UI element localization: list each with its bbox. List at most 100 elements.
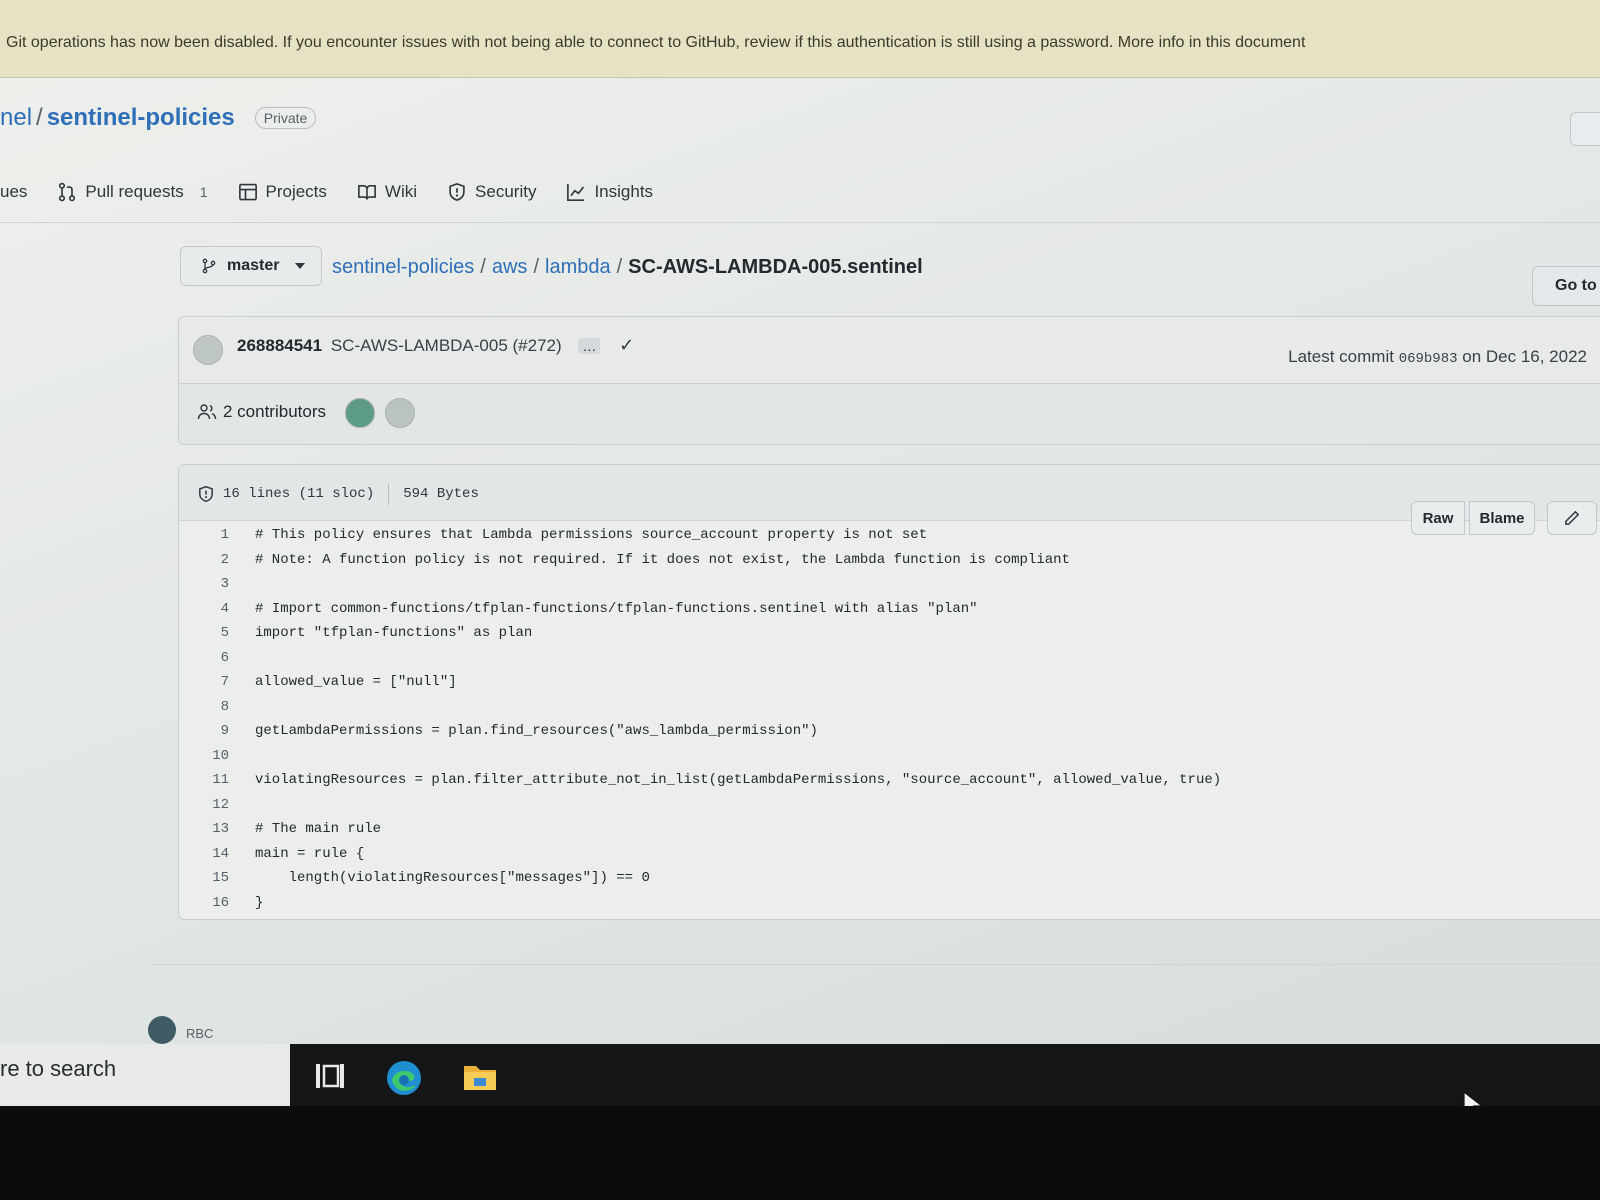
chevron-down-icon bbox=[295, 263, 306, 269]
code-text: import "tfplan-functions" as plan bbox=[255, 625, 533, 642]
code-text: main = rule { bbox=[255, 845, 365, 862]
code-text: # Import common-functions/tfplan-functio… bbox=[255, 600, 978, 617]
divider bbox=[388, 483, 390, 505]
code-text: # The main rule bbox=[255, 821, 382, 838]
line-number[interactable]: 8 bbox=[179, 699, 229, 715]
line-number[interactable]: 3 bbox=[179, 576, 229, 592]
code-line: 5 import "tfplan-functions" as plan bbox=[179, 621, 1600, 646]
check-icon[interactable]: ✓ bbox=[619, 335, 634, 355]
file-explorer-icon[interactable] bbox=[460, 1058, 500, 1094]
go-to-file-button[interactable]: Go to bbox=[1532, 266, 1600, 306]
contributors-link[interactable]: 2 contributors bbox=[197, 402, 326, 422]
code-line: 6 bbox=[179, 646, 1600, 671]
file-info: 16 lines (11 sloc) 594 Bytes bbox=[197, 483, 479, 505]
code-line: 9 getLambdaPermissions = plan.find_resour… bbox=[179, 719, 1600, 744]
graph-icon bbox=[567, 183, 585, 201]
tab-security[interactable]: Security bbox=[447, 182, 536, 202]
notice-banner: Git operations has now been disabled. If… bbox=[0, 0, 1600, 78]
pull-request-icon bbox=[59, 182, 76, 202]
code-line: 16} bbox=[179, 891, 1600, 916]
branch-select-button[interactable]: master bbox=[180, 246, 322, 286]
commit-author-avatar[interactable] bbox=[193, 335, 223, 365]
tab-issues[interactable]: ues bbox=[0, 182, 27, 202]
code-line: 7 allowed_value = ["null"] bbox=[179, 670, 1600, 695]
latest-commit-bar: 268884541 SC-AWS-LAMBDA-005 (#272) … ✓ L… bbox=[178, 316, 1600, 384]
branch-icon bbox=[202, 258, 216, 274]
latest-commit-info: Latest commit 069b983 on Dec 16, 2022 bbox=[1288, 347, 1587, 367]
code-line: 14 main = rule { bbox=[179, 842, 1600, 867]
line-number[interactable]: 12 bbox=[179, 797, 229, 813]
breadcrumb: sentinel-policies / aws / lambda / SC-AWS-LAMB… bbox=[332, 256, 923, 278]
line-number[interactable]: 11 bbox=[179, 772, 229, 788]
breadcrumb-file-name: SC-AWS-LAMBDA-005.sentinel bbox=[628, 256, 923, 278]
breadcrumb-aws-link[interactable]: aws bbox=[492, 256, 528, 278]
laptop-bezel bbox=[0, 1106, 1600, 1200]
tabs-divider bbox=[0, 222, 1600, 223]
code-text: length(violatingResources["messages"]) =… bbox=[255, 870, 650, 887]
pull-requests-count: 1 bbox=[199, 184, 208, 200]
contributor-avatar[interactable] bbox=[345, 398, 375, 428]
tab-pull-requests-label: Pull requests bbox=[85, 182, 184, 201]
line-number[interactable]: 1 bbox=[179, 527, 229, 543]
repo-name-link[interactable]: sentinel-policies bbox=[47, 104, 235, 131]
contributor-avatar[interactable] bbox=[385, 398, 415, 428]
repo-tabs: ues Pull requests 1 Projects Wiki Securi… bbox=[0, 174, 683, 210]
code-line: 2 # Note: A function policy is not requir… bbox=[179, 548, 1600, 573]
book-icon bbox=[357, 184, 376, 200]
repo-owner-link[interactable]: nel bbox=[0, 104, 32, 131]
line-number[interactable]: 4 bbox=[179, 601, 229, 617]
banner-text: Git operations has now been disabled. If… bbox=[6, 34, 1306, 51]
footer-username: RBC bbox=[186, 1026, 214, 1041]
code-line: 15 length(violatingResources["messages"]… bbox=[179, 866, 1600, 891]
line-number[interactable]: 7 bbox=[179, 674, 229, 690]
tab-wiki[interactable]: Wiki bbox=[357, 182, 417, 202]
tab-security-label: Security bbox=[475, 182, 537, 201]
shield-icon bbox=[449, 183, 465, 201]
code-text: allowed_value = ["null"] bbox=[255, 674, 457, 691]
watch-button[interactable] bbox=[1570, 112, 1600, 146]
line-number[interactable]: 2 bbox=[179, 552, 229, 568]
line-number[interactable]: 13 bbox=[179, 821, 229, 837]
code-line: 1 # This policy ensures that Lambda permi… bbox=[179, 523, 1600, 548]
edge-browser-icon[interactable] bbox=[384, 1058, 424, 1095]
browser-screen: Git operations has now been disabled. If… bbox=[0, 0, 1600, 1062]
line-number[interactable]: 5 bbox=[179, 625, 229, 641]
branch-name: master bbox=[227, 257, 280, 274]
line-number[interactable]: 15 bbox=[179, 870, 229, 886]
contributors-bar: 2 contributors bbox=[178, 383, 1600, 445]
commit-date: on Dec 16, 2022 bbox=[1462, 347, 1587, 366]
code-line: 3 bbox=[179, 572, 1600, 597]
code-text: } bbox=[255, 894, 264, 911]
code-line: 4 # Import common-functions/tfplan-functi… bbox=[179, 597, 1600, 622]
visibility-badge: Private bbox=[254, 107, 317, 129]
taskbar-search-box[interactable]: re to search bbox=[0, 1044, 290, 1106]
commit-summary: 268884541 SC-AWS-LAMBDA-005 (#272) … ✓ bbox=[237, 335, 634, 356]
breadcrumb-root-link[interactable]: sentinel-policies bbox=[332, 256, 474, 278]
code-text: # This policy ensures that Lambda permis… bbox=[255, 527, 928, 544]
tab-insights[interactable]: Insights bbox=[566, 182, 653, 202]
code-listing: 1 # This policy ensures that Lambda permi… bbox=[179, 523, 1600, 915]
file-size: 594 Bytes bbox=[403, 486, 479, 502]
tab-wiki-label: Wiki bbox=[384, 182, 418, 201]
code-line: 12 bbox=[179, 793, 1600, 818]
tab-pull-requests[interactable]: Pull requests 1 bbox=[57, 182, 208, 202]
line-number[interactable]: 10 bbox=[179, 748, 229, 764]
avatar[interactable] bbox=[148, 1016, 176, 1044]
tab-insights-label: Insights bbox=[594, 182, 654, 201]
breadcrumb-lambda-link[interactable]: lambda bbox=[545, 256, 611, 278]
tab-projects[interactable]: Projects bbox=[238, 182, 327, 202]
commit-message-link[interactable]: SC-AWS-LAMBDA-005 (#272) bbox=[331, 336, 562, 355]
code-text: getLambdaPermissions = plan.find_resourc… bbox=[255, 723, 818, 740]
line-number[interactable]: 14 bbox=[179, 846, 229, 862]
commit-sha-link[interactable]: 069b983 bbox=[1399, 351, 1458, 367]
line-number[interactable]: 6 bbox=[179, 650, 229, 666]
commit-author-link[interactable]: 268884541 bbox=[237, 336, 322, 355]
code-line: 11 violatingResources = plan.filter_attri… bbox=[179, 768, 1600, 793]
commit-expand-button[interactable]: … bbox=[578, 338, 601, 354]
line-number[interactable]: 16 bbox=[179, 895, 229, 911]
tab-projects-label: Projects bbox=[265, 182, 327, 201]
task-view-icon[interactable] bbox=[310, 1058, 350, 1094]
line-number[interactable]: 9 bbox=[179, 723, 229, 739]
people-icon bbox=[197, 404, 217, 420]
code-line: 13 # The main rule bbox=[179, 817, 1600, 842]
